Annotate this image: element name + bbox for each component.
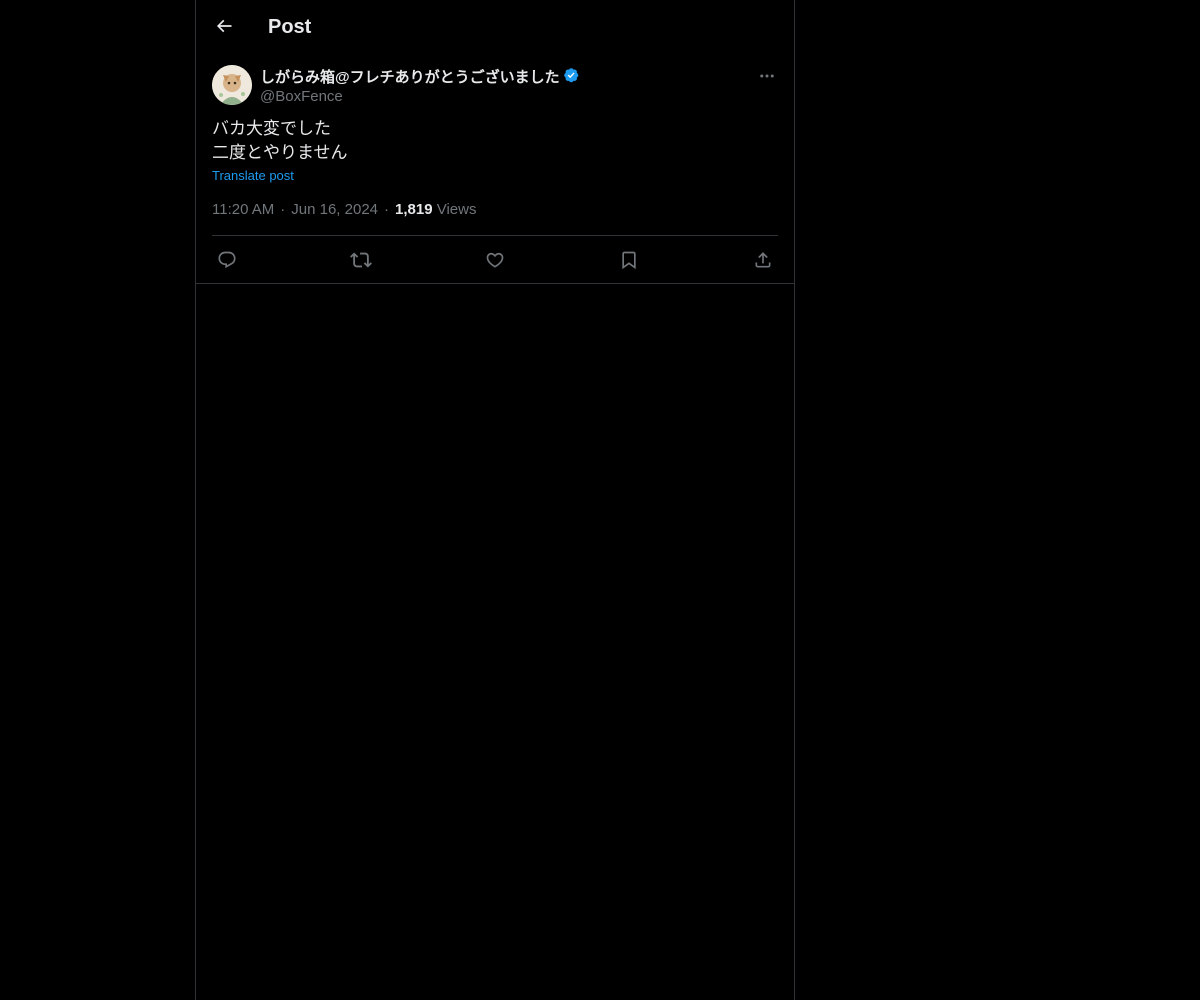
separator: · — [384, 201, 390, 218]
action-bar — [212, 236, 778, 283]
views-count: 1,819 — [395, 201, 433, 218]
author-row: しがらみ箱@フレチありがとうございました @BoxFence — [212, 65, 778, 117]
bookmark-icon — [619, 250, 639, 270]
separator: · — [280, 201, 286, 218]
user-handle[interactable]: @BoxFence — [260, 87, 581, 107]
back-button[interactable] — [208, 10, 240, 42]
author-names: しがらみ箱@フレチありがとうございました @BoxFence — [260, 65, 581, 107]
page-title: Post — [268, 16, 312, 38]
display-name[interactable]: しがらみ箱@フレチありがとうございました — [260, 66, 560, 87]
post-text: バカ大変でした 二度とやりません — [212, 117, 778, 165]
bookmark-button[interactable] — [618, 249, 640, 271]
like-button[interactable] — [484, 249, 506, 271]
back-arrow-icon — [214, 16, 234, 36]
verified-badge-icon — [563, 67, 581, 85]
translate-post-link[interactable]: Translate post — [212, 165, 294, 187]
avatar[interactable] — [212, 65, 252, 105]
more-options-button[interactable] — [756, 65, 778, 87]
post: しがらみ箱@フレチありがとうございました @BoxFence バカ大変でした 二… — [196, 65, 794, 284]
repost-icon — [350, 249, 372, 271]
post-text-line: バカ大変でした — [212, 119, 331, 138]
main-column: Post しがらみ箱@フレチありがとうございました @BoxFence バカ大変… — [195, 0, 795, 1000]
display-name-row: しがらみ箱@フレチありがとうございました — [260, 65, 581, 87]
reply-icon — [217, 250, 237, 270]
like-icon — [485, 250, 505, 270]
repost-button[interactable] — [350, 249, 372, 271]
share-button[interactable] — [752, 249, 774, 271]
post-meta: 11:20 AM · Jun 16, 2024 · 1,819 Views — [212, 200, 778, 236]
reply-button[interactable] — [216, 249, 238, 271]
post-text-line: 二度とやりません — [212, 143, 348, 162]
more-dots-icon — [758, 67, 776, 85]
share-icon — [753, 250, 773, 270]
post-date[interactable]: Jun 16, 2024 — [291, 201, 378, 218]
top-bar: Post — [196, 0, 794, 53]
post-time[interactable]: 11:20 AM — [212, 201, 274, 218]
views-label: Views — [436, 201, 477, 218]
